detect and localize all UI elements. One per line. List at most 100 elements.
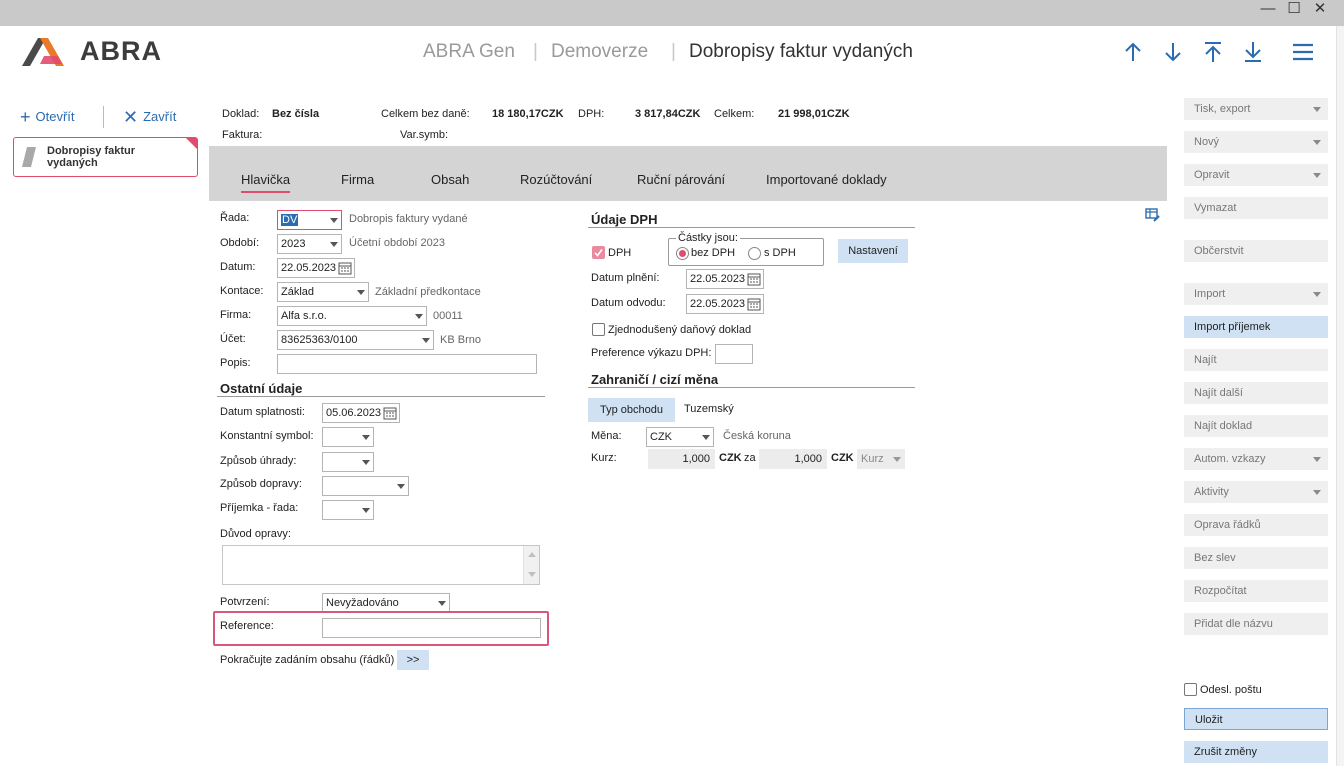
chevron-down-icon [415,314,423,319]
autom-vzkazy-button[interactable]: Autom. vzkazy [1184,448,1328,470]
novy-button[interactable]: Nový [1184,131,1328,153]
continue-label: Pokračujte zadáním obsahu (řádků) [220,654,395,666]
prijemka-select[interactable] [322,500,374,520]
import-label: Import [1194,288,1226,300]
s-dph-radio[interactable] [748,247,761,260]
obdobi-select[interactable]: 2023 [277,234,342,254]
nastaveni-button[interactable]: Nastavení [838,239,908,263]
opravit-button[interactable]: Opravit [1184,164,1328,186]
prijemka-label: Příjemka - řada: [220,502,299,514]
vymazat-button[interactable]: Vymazat [1184,197,1328,219]
pridat-dle-nazvu-button[interactable]: Přidat dle názvu [1184,613,1328,635]
continue-button[interactable]: >> [397,650,429,670]
datum-label: Datum: [220,261,256,273]
kontace-label: Kontace: [220,285,264,297]
header-separator: | [533,41,538,62]
close-window-button[interactable]: ✕ [1308,0,1332,20]
datum-odvodu-field[interactable]: 22.05.2023 [686,294,764,314]
splatnost-field[interactable]: 05.06.2023 [322,403,400,423]
obcerstvit-button[interactable]: Občerstvit [1184,240,1328,262]
bez-slev-button[interactable]: Bez slev [1184,547,1328,569]
minimize-button[interactable]: — [1256,0,1280,20]
zrusit-zmeny-button[interactable]: Zrušit změny [1184,741,1328,763]
calendar-icon[interactable] [383,406,397,420]
chevron-down-icon [1313,292,1321,297]
doc-card-label: Dobropisy faktur vydaných [47,145,136,169]
popis-input[interactable] [277,354,537,374]
hamburger-menu-icon[interactable] [1292,41,1314,63]
kontace-select[interactable]: Základ [277,282,369,302]
arrow-first-icon[interactable] [1202,41,1224,63]
najit-dalsi-button[interactable]: Najít další [1184,382,1328,404]
ulozit-button[interactable]: Uložit [1184,708,1328,730]
rada-select[interactable]: DV [277,210,342,230]
uhrada-select[interactable] [322,452,374,472]
arrow-last-icon[interactable] [1242,41,1264,63]
tisk-export-label: Tisk, export [1194,103,1251,115]
potvrzeni-select[interactable]: Nevyžadováno [322,593,450,613]
kurz-type-select[interactable]: Kurz [857,449,905,469]
layout-edit-icon[interactable] [1145,207,1161,223]
typ-obchodu-button[interactable]: Typ obchodu [588,398,675,422]
datum-plneni-field[interactable]: 22.05.2023 [686,269,764,289]
textarea-scrollbar[interactable] [523,546,539,584]
dph-checkbox[interactable] [592,246,605,259]
preference-label: Preference výkazu DPH: [591,347,712,359]
mena-select[interactable]: CZK [646,427,714,447]
calendar-icon[interactable] [747,272,761,286]
arrow-up-icon[interactable] [1122,41,1144,63]
rozpocitat-button[interactable]: Rozpočítat [1184,580,1328,602]
preference-input[interactable] [715,344,753,364]
firma-select[interactable]: Alfa s.r.o. [277,306,427,326]
close-doc-button[interactable]: ✕ Zavřít [123,107,176,128]
uhrada-label: Způsob úhrady: [220,455,297,467]
duvod-textarea[interactable] [222,545,540,585]
aktivity-button[interactable]: Aktivity [1184,481,1328,503]
chevron-down-icon [1313,107,1321,112]
doc-card-credit-notes[interactable]: Dobropisy faktur vydaných [13,137,198,177]
datum-field[interactable]: 22.05.2023 [277,258,355,278]
tab-rucni-parovani[interactable]: Ruční párování [637,172,725,187]
arrow-down-icon[interactable] [1162,41,1184,63]
najit-doklad-button[interactable]: Najít doklad [1184,415,1328,437]
tab-importovane-doklady[interactable]: Importované doklady [766,172,887,187]
kontace-hint: Základní předkontace [375,286,481,298]
maximize-button[interactable]: ☐ [1282,0,1306,20]
zjednoduseny-checkbox[interactable] [592,323,605,336]
kurz-value1-field[interactable]: 1,000 [648,449,715,469]
scroll-up-icon[interactable] [528,552,536,557]
import-button[interactable]: Import [1184,283,1328,305]
opravit-label: Opravit [1194,169,1230,181]
import-prijemek-button[interactable]: Import příjemek [1184,316,1328,338]
najit-button[interactable]: Najít [1184,349,1328,371]
header-separator: | [671,41,676,62]
konst-symbol-label: Konstantní symbol: [220,430,314,442]
kurz-value2-field[interactable]: 1,000 [759,449,827,469]
chevron-down-icon [893,457,901,462]
doprava-select[interactable] [322,476,409,496]
odesl-postu-label: Odesl. poštu [1200,684,1262,696]
calendar-icon[interactable] [747,297,761,311]
chevron-down-icon [702,435,710,440]
tab-obsah[interactable]: Obsah [431,172,469,187]
reference-input[interactable] [322,618,541,638]
konst-symbol-select[interactable] [322,427,374,447]
bez-dph-radio[interactable] [676,247,689,260]
s-dph-label: s DPH [764,247,796,259]
window-scrollbar[interactable] [1336,26,1344,766]
ucet-select[interactable]: 83625363/0100 [277,330,434,350]
tab-rozuctovani[interactable]: Rozúčtování [520,172,592,187]
potvrzeni-label: Potvrzení: [220,596,270,608]
scroll-down-icon[interactable] [528,572,536,577]
tab-firma[interactable]: Firma [341,172,374,187]
tab-hlavicka[interactable]: Hlavička [241,172,291,193]
odesl-postu-checkbox[interactable] [1184,683,1197,696]
tisk-export-button[interactable]: Tisk, export [1184,98,1328,120]
oprava-radku-button[interactable]: Oprava řádků [1184,514,1328,536]
splatnost-label: Datum splatnosti: [220,406,305,418]
chevron-down-icon [438,601,446,606]
mena-value: CZK [650,431,672,443]
calendar-icon[interactable] [338,261,352,275]
obdobi-hint: Účetní období 2023 [349,237,446,249]
open-button[interactable]: + Otevřít [20,107,75,128]
